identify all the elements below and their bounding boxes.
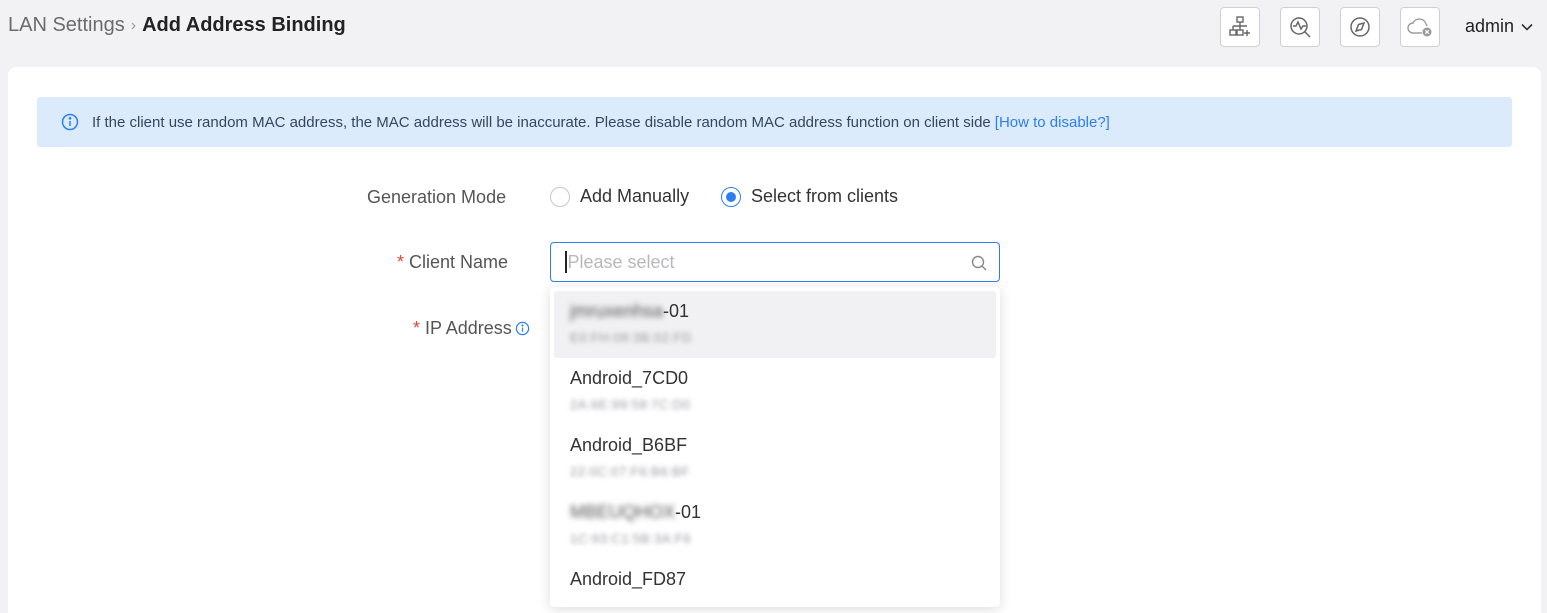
info-icon[interactable] — [515, 321, 530, 336]
chevron-down-icon — [1521, 23, 1533, 31]
text-caret — [565, 251, 567, 273]
network-add-button[interactable] — [1220, 7, 1260, 47]
name-suffix: -01 — [663, 301, 690, 321]
radio-select-from-clients[interactable]: Select from clients — [721, 186, 898, 207]
client-option[interactable]: Android_FD87 — [554, 559, 996, 613]
radio-circle — [550, 186, 570, 207]
client-option-mac: 22:0C:07:F6:B6:BF — [570, 464, 690, 479]
blurred-name: jmruxenhsa — [570, 301, 664, 321]
client-option[interactable]: Android_B6BF 22:0C:07:F6:B6:BF — [554, 425, 996, 492]
search-icon — [970, 254, 988, 277]
name-suffix: -01 — [675, 502, 702, 522]
compass-button[interactable] — [1340, 7, 1380, 47]
network-add-icon — [1229, 16, 1250, 36]
client-option-name: jmruxenhsa -01 — [570, 301, 996, 322]
client-option-mac: 1C:93:C1:5B:3A:F6 — [570, 531, 692, 546]
radio-label: Select from clients — [751, 186, 899, 206]
client-option[interactable]: jmruxenhsa -01 E0:FH:09:3B:02:FD — [554, 291, 996, 358]
breadcrumb-lan-settings[interactable]: LAN Settings — [8, 14, 125, 37]
radio-circle-checked — [721, 186, 741, 207]
client-dropdown: jmruxenhsa -01 E0:FH:09:3B:02:FD Android_… — [550, 287, 1000, 607]
client-name-placeholder: Please select — [567, 251, 675, 272]
client-option-name: Android_7CD0 — [570, 368, 689, 388]
cloud-status-button[interactable] — [1400, 7, 1440, 47]
radio-add-manually[interactable]: Add Manually — [550, 186, 689, 207]
ip-address-label: * IP Address — [413, 318, 530, 339]
compass-icon — [1350, 17, 1370, 37]
info-icon — [61, 113, 79, 131]
client-name-select[interactable]: Please select — [550, 242, 1000, 282]
breadcrumb: LAN Settings › Add Address Binding — [8, 14, 346, 37]
user-menu[interactable]: admin — [1465, 16, 1533, 37]
client-name-label-text: Client Name — [409, 252, 509, 272]
required-mark: * — [397, 252, 405, 272]
diagnostics-icon — [1290, 17, 1311, 38]
client-option-mac: 2A:6E:99:58:7C:D0 — [570, 397, 691, 412]
top-bar: LAN Settings › Add Address Binding admin — [0, 0, 1547, 56]
required-mark: * — [413, 318, 421, 338]
generation-mode-label: Generation Mode — [367, 187, 507, 207]
client-option-mac: E0:FH:09:3B:02:FD — [570, 330, 692, 345]
info-notice: If the client use random MAC address, th… — [37, 97, 1512, 147]
client-option-name: Android_B6BF — [570, 435, 688, 455]
notice-text: If the client use random MAC address, th… — [92, 113, 991, 131]
client-option[interactable]: MBEUQHOX -01 1C:93:C1:5B:3A:F6 — [554, 492, 996, 559]
radio-label: Add Manually — [580, 186, 690, 206]
cloud-offline-icon — [1407, 18, 1432, 37]
ip-address-label-text: IP Address — [425, 318, 512, 338]
client-name-label: * Client Name — [397, 252, 508, 273]
page-title: Add Address Binding — [142, 14, 346, 36]
user-name: admin — [1465, 16, 1515, 36]
how-to-disable-link[interactable]: [How to disable?] — [995, 114, 1110, 131]
breadcrumb-separator-icon: › — [130, 16, 137, 34]
diagnostics-button[interactable] — [1280, 7, 1320, 47]
client-option[interactable]: Android_7CD0 2A:6E:99:58:7C:D0 — [554, 358, 996, 425]
blurred-name: MBEUQHOX — [570, 502, 676, 522]
client-option-name: MBEUQHOX -01 — [570, 502, 996, 523]
client-option-name: Android_FD87 — [570, 569, 687, 589]
